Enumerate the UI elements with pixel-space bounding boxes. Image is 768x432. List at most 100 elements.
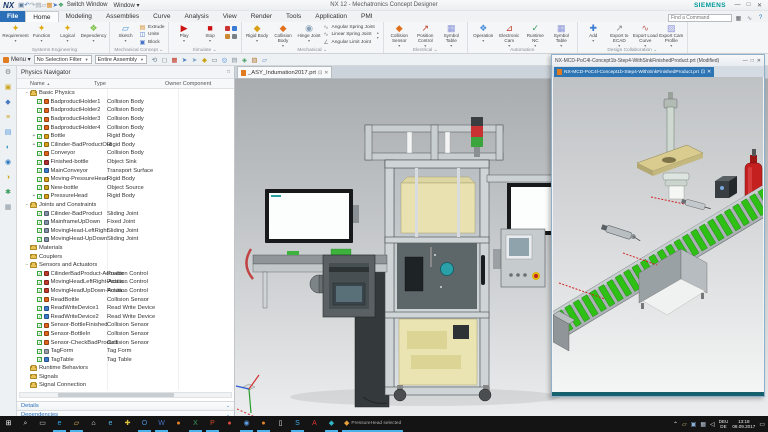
outlook-icon[interactable]: O — [136, 416, 153, 432]
rotate-view-icon[interactable]: ➤ — [190, 56, 199, 64]
tree-row-readwritedevice2[interactable]: ✓ReadWriteDevice2Read Write Device — [17, 312, 234, 321]
tree-row-mainframeupdown[interactable]: ✓MainframeUpDownFixed Joint — [17, 218, 234, 227]
column-type[interactable]: Type — [94, 81, 165, 87]
horizontal-scrollbar[interactable] — [19, 392, 232, 398]
button-function[interactable]: ✦Function▾ — [29, 23, 54, 46]
tab-home[interactable]: Home — [25, 11, 58, 22]
hd3d-tools-icon[interactable]: ◐ — [6, 144, 10, 152]
rendering-style-icon[interactable]: ◎ — [220, 56, 229, 64]
excel-icon[interactable]: X — [187, 416, 204, 432]
checkbox-checked-icon[interactable]: ✓ — [37, 349, 42, 354]
checkbox-checked-icon[interactable]: ✓ — [37, 194, 42, 199]
checkbox-checked-icon[interactable]: ✓ — [37, 306, 42, 311]
checkbox-checked-icon[interactable]: ✓ — [37, 280, 42, 285]
button-export-load-curve[interactable]: ∿Export Load Curve▾ — [633, 23, 658, 46]
button-position-control[interactable]: ↗Position Control▾ — [413, 23, 438, 46]
tree-row-pressurehead[interactable]: +✓PressureHeadRigid Body — [17, 192, 234, 201]
minimize-button[interactable]: — — [743, 58, 748, 64]
firefox-icon-2[interactable]: ● — [255, 416, 272, 432]
tree-row-couplers[interactable]: Couplers — [17, 252, 234, 261]
web-browser-icon[interactable]: ◉ — [5, 159, 11, 167]
window-menu-button[interactable]: Window ▾ — [113, 2, 139, 9]
tab-file[interactable]: File — [0, 11, 25, 22]
column-owner-component[interactable]: Owner Component — [165, 81, 234, 87]
button-symbol-table[interactable]: ▦Symbol Table▾ — [439, 23, 464, 46]
button-rigid-body[interactable]: ◆Rigid Body▾ — [245, 23, 270, 46]
edge-icon[interactable]: e — [51, 416, 68, 432]
search-button[interactable]: ⌕ — [17, 416, 34, 432]
button-collision-sensor[interactable]: ◆Collision Sensor▾ — [387, 23, 412, 46]
checkbox-checked-icon[interactable]: ✓ — [37, 297, 42, 302]
tree-row-sensors-and-actuators[interactable]: −Sensors and Actuators — [17, 261, 234, 270]
restore-button[interactable]: □ — [743, 2, 754, 8]
tree-row-basic-physics[interactable]: −Basic Physics — [17, 89, 234, 98]
checkbox-checked-icon[interactable]: ✓ — [37, 271, 42, 276]
minimize-button[interactable]: — — [732, 2, 743, 8]
button-angular-spring-joint[interactable]: ∿Angular Spring Joint — [323, 24, 375, 31]
button-extrude[interactable]: ▤Extrude — [139, 24, 165, 31]
simulate-mini-icon[interactable] — [232, 26, 237, 31]
checkbox-checked-icon[interactable]: ✓ — [37, 142, 42, 147]
part-navigator-icon[interactable]: ≡ — [6, 114, 10, 122]
tree-row-cilinder-badproductout[interactable]: +✓Cilinder-BadProductOutRigid Body — [17, 141, 234, 150]
task-view-button[interactable]: ▭ — [34, 416, 51, 432]
button-collision-body[interactable]: ◆Collision Body▾ — [271, 23, 296, 46]
menu-button[interactable]: Menu ▾ — [3, 56, 31, 63]
command-history-icon[interactable]: ▦ — [734, 15, 743, 22]
checkbox-checked-icon[interactable]: ✓ — [37, 357, 42, 362]
close-button[interactable]: ✕ — [754, 2, 765, 9]
fit-view-icon[interactable]: ⟲ — [150, 56, 159, 64]
tree-row-finished-bottle[interactable]: ✓Finished-bottleObject Sink — [17, 158, 234, 167]
reuse-library-icon[interactable]: ▤ — [5, 129, 12, 137]
viewport-tab[interactable]: _ASY_Indumation2017.prt ⊡ ✕ — [237, 66, 332, 78]
checkbox-checked-icon[interactable]: ✓ — [37, 340, 42, 345]
chrome-icon[interactable]: ◉ — [238, 416, 255, 432]
switch-window-icon[interactable]: ❖ — [58, 2, 64, 9]
checkbox-checked-icon[interactable]: ✓ — [37, 185, 42, 190]
start-button[interactable]: ⊞ — [0, 416, 17, 432]
button-sketch[interactable]: ▱Sketch▾ — [113, 23, 138, 46]
checkbox-checked-icon[interactable]: ✓ — [37, 125, 42, 130]
tray-folder-icon[interactable]: ▱ — [682, 421, 687, 428]
checkbox-checked-icon[interactable]: ✓ — [37, 220, 42, 225]
scroll-down-icon[interactable]: ▾ — [377, 35, 379, 40]
button-linear-spring-joint[interactable]: ∿Linear Spring Joint — [323, 31, 375, 38]
history-icon[interactable]: ◑ — [6, 174, 10, 182]
tree-row-badproductholder1[interactable]: ✓BadproductHolder1Collision Body — [17, 98, 234, 107]
tab-assemblies[interactable]: Assemblies — [99, 11, 146, 22]
nx-window-button[interactable]: ◆PressureHead selected — [340, 416, 405, 432]
floating-window-titlebar[interactable]: NX-MCD-PoC4l-Concept1b-Step4-WithSinkFin… — [552, 55, 764, 66]
tree-row-runtime-behaviors[interactable]: Runtime Behaviors — [17, 364, 234, 373]
tree-row-tagform[interactable]: ✓TagFormTag Form — [17, 347, 234, 356]
tree-row-new-bottle[interactable]: ✓New-bottleObject Source — [17, 184, 234, 193]
checkbox-checked-icon[interactable]: ✓ — [37, 160, 42, 165]
process-studio-icon[interactable]: ✱ — [5, 189, 11, 197]
language-indicator[interactable]: DEUDE — [719, 419, 729, 430]
button-electronic-cam[interactable]: ⊿Electronic Cam▾ — [497, 23, 522, 46]
button-unite[interactable]: ◫Unite — [139, 31, 165, 38]
tree-row-readbottle[interactable]: ✓ReadBottleCollision Sensor — [17, 295, 234, 304]
dock-icon[interactable]: ⊡ — [318, 70, 322, 76]
tab-view[interactable]: View — [216, 11, 244, 22]
simulate-mini-icon[interactable] — [232, 34, 237, 39]
checkbox-checked-icon[interactable]: ✓ — [37, 211, 42, 216]
tree-row-signals[interactable]: Signals — [17, 373, 234, 382]
tab-pmi[interactable]: PMI — [354, 11, 380, 22]
button-runtime-nc[interactable]: ✓Runtime NC▾ — [523, 23, 548, 46]
notepad-icon[interactable]: ▯ — [272, 416, 289, 432]
floating-part-tab[interactable]: NX-MCD-PoC4l-Concept1b-Step4-WithSinkFin… — [554, 67, 714, 77]
button-operation[interactable]: ❖Operation▾ — [471, 23, 496, 46]
tree-row-bottle[interactable]: +✓BottleRigid Body — [17, 132, 234, 141]
action-center-icon[interactable]: ▭ — [759, 421, 765, 428]
constraint-navigator-icon[interactable]: ◆ — [5, 99, 10, 107]
checkbox-checked-icon[interactable]: ✓ — [37, 323, 42, 328]
assembly-navigator-icon[interactable]: ▣ — [5, 84, 12, 92]
powerpoint-icon[interactable]: P — [204, 416, 221, 432]
orient-view-icon[interactable]: ◻ — [160, 56, 169, 64]
nx-app-icon[interactable]: ◆ — [323, 416, 340, 432]
selection-scope-dropdown[interactable]: Entire Assembly▼ — [95, 55, 147, 64]
internet-explorer-icon[interactable]: e — [102, 416, 119, 432]
tree-row-joints-and-constraints[interactable]: −Joints and Constraints — [17, 201, 234, 210]
tree-row-sensor-bottlefinished[interactable]: ✓Sensor-BottleFinishedCollision Sensor — [17, 321, 234, 330]
tree-row-materials[interactable]: Materials — [17, 244, 234, 253]
